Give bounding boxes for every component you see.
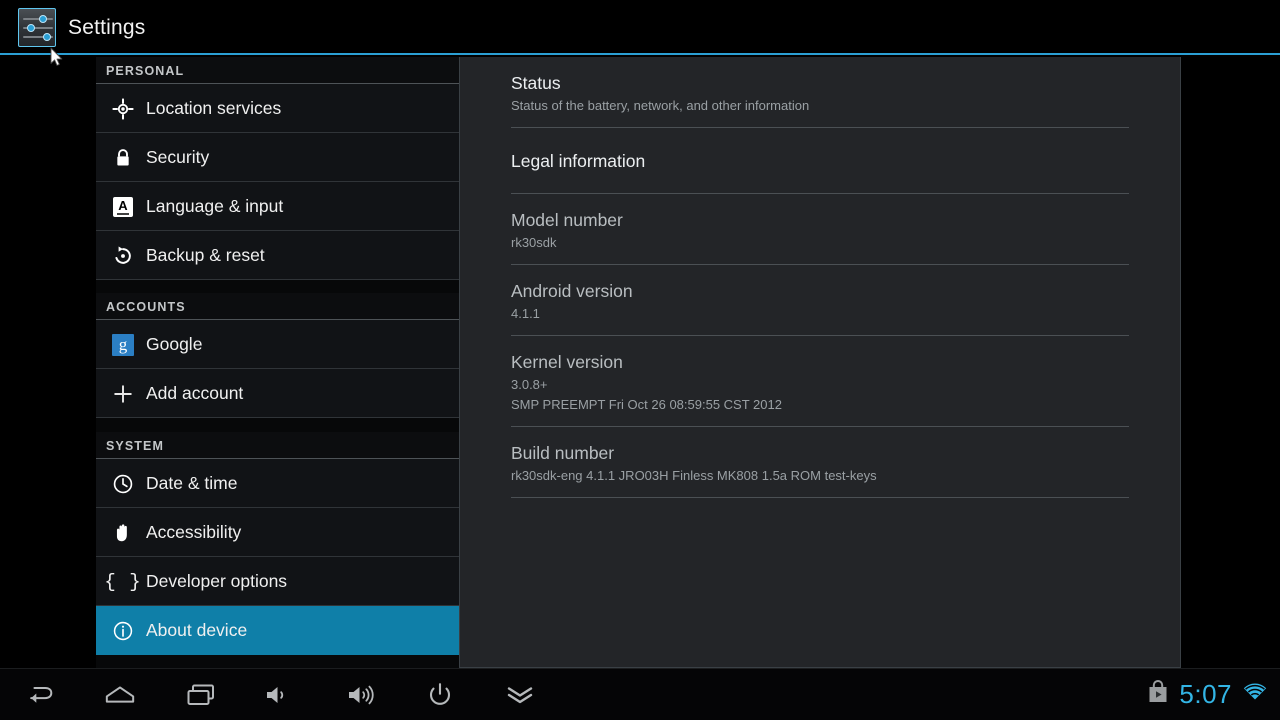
pref-status[interactable]: Status Status of the battery, network, a…: [511, 57, 1129, 128]
pref-model-number: Model number rk30sdk: [511, 194, 1129, 265]
about-device-panel: Status Status of the battery, network, a…: [459, 57, 1181, 668]
android-settings-screen: Settings PERSONAL Location services Secu…: [0, 0, 1280, 720]
sidebar-section-system: SYSTEM: [96, 432, 459, 459]
sidebar-spacer: [96, 418, 459, 432]
settings-sidebar[interactable]: PERSONAL Location services Security A La…: [96, 57, 459, 668]
language-keyboard-icon: A: [104, 192, 142, 222]
pref-build-number: Build number rk30sdk-eng 4.1.1 JRO03H Fi…: [511, 427, 1129, 498]
clock-icon: [104, 469, 142, 499]
sidebar-item-google[interactable]: g Google: [96, 320, 459, 369]
pref-summary: 4.1.1: [511, 306, 540, 321]
lock-icon: [104, 143, 142, 173]
sidebar-item-date-time[interactable]: Date & time: [96, 459, 459, 508]
sidebar-spacer: [96, 280, 459, 293]
sidebar-item-label: Add account: [146, 383, 244, 403]
sidebar-item-add-account[interactable]: Add account: [96, 369, 459, 418]
pref-legal-information[interactable]: Legal information: [511, 128, 1129, 194]
volume-up-icon[interactable]: [330, 669, 392, 720]
volume-down-icon[interactable]: [247, 669, 309, 720]
sidebar-section-accounts: ACCOUNTS: [96, 293, 459, 320]
hand-icon: [104, 518, 142, 548]
pref-title: Status: [511, 73, 561, 93]
sidebar-item-label: Accessibility: [146, 522, 242, 542]
sidebar-item-label: Date & time: [146, 473, 238, 493]
pref-title: Android version: [511, 281, 633, 301]
pref-title: Model number: [511, 210, 623, 230]
recents-icon[interactable]: [170, 669, 232, 720]
sidebar-item-language-input[interactable]: A Language & input: [96, 182, 459, 231]
settings-sliders-icon[interactable]: [18, 8, 56, 47]
backup-restore-icon: [104, 241, 142, 271]
sidebar-item-label: Developer options: [146, 571, 288, 591]
pref-summary: rk30sdk: [511, 235, 557, 250]
google-icon: g: [104, 330, 142, 360]
sidebar-item-about-device[interactable]: About device: [96, 606, 459, 655]
sidebar-item-label: About device: [146, 620, 248, 640]
back-icon[interactable]: [10, 669, 72, 720]
sidebar-item-location-services[interactable]: Location services: [96, 84, 459, 133]
pref-summary: rk30sdk-eng 4.1.1 JRO03H Finless MK808 1…: [511, 468, 877, 483]
sidebar-item-label: Security: [146, 147, 210, 167]
sidebar-item-developer-options[interactable]: { } Developer options: [96, 557, 459, 606]
plus-icon: [104, 379, 142, 409]
wifi-icon[interactable]: [1242, 681, 1268, 708]
curly-braces-icon: { }: [104, 570, 142, 593]
sidebar-item-accessibility[interactable]: Accessibility: [96, 508, 459, 557]
play-store-icon[interactable]: [1147, 680, 1169, 709]
sidebar-item-label: Location services: [146, 98, 282, 118]
power-icon[interactable]: [409, 669, 471, 720]
location-crosshair-icon: [104, 94, 142, 124]
sidebar-item-security[interactable]: Security: [96, 133, 459, 182]
pref-summary: Status of the battery, network, and othe…: [511, 98, 810, 113]
sidebar-section-personal: PERSONAL: [96, 57, 459, 84]
home-icon[interactable]: [89, 669, 151, 720]
sidebar-item-label: Language & input: [146, 196, 284, 216]
status-clock: 5:07: [1179, 679, 1232, 709]
pref-android-version: Android version 4.1.1: [511, 265, 1129, 336]
pref-kernel-version: Kernel version 3.0.8+ SMP PREEMPT Fri Oc…: [511, 336, 1129, 427]
action-bar: Settings: [0, 0, 1280, 55]
pref-title: Legal information: [511, 151, 646, 171]
info-circle-icon: [104, 616, 142, 646]
hide-bar-icon[interactable]: [489, 669, 551, 720]
sidebar-item-backup-reset[interactable]: Backup & reset: [96, 231, 459, 280]
pref-summary-line2: SMP PREEMPT Fri Oct 26 08:59:55 CST 2012: [511, 397, 782, 412]
system-navigation-bar: 5:07: [0, 668, 1280, 720]
pref-title: Kernel version: [511, 352, 623, 372]
sidebar-item-label: Google: [146, 334, 203, 354]
status-area: 5:07: [1147, 669, 1268, 720]
page-title: Settings: [68, 16, 146, 39]
pref-summary: 3.0.8+: [511, 377, 548, 392]
sidebar-item-label: Backup & reset: [146, 245, 265, 265]
pref-title: Build number: [511, 443, 615, 463]
